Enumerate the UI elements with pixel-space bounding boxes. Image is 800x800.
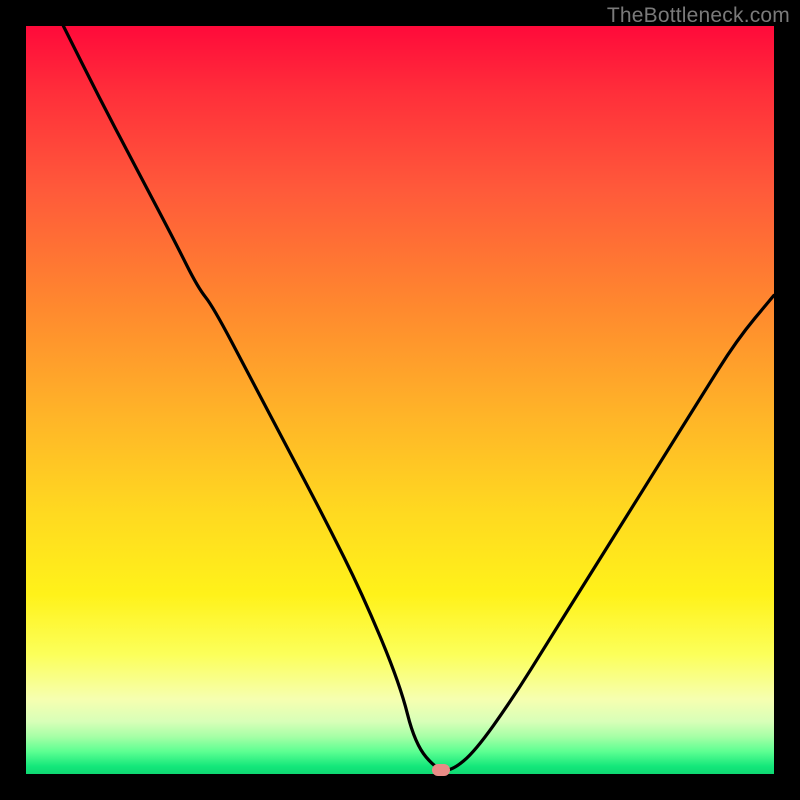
watermark-text: TheBottleneck.com: [607, 4, 790, 28]
plot-area: [26, 26, 774, 774]
bottleneck-curve: [26, 26, 774, 774]
minimum-marker: [432, 764, 450, 776]
chart-frame: TheBottleneck.com: [0, 0, 800, 800]
curve-path: [63, 26, 774, 770]
